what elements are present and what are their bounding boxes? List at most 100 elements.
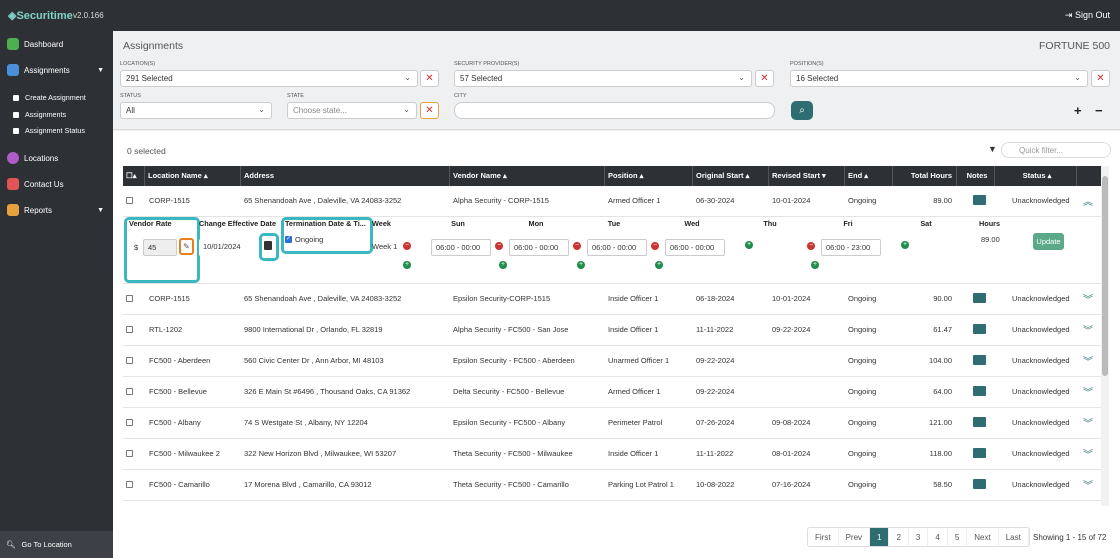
row-checkbox[interactable]	[126, 326, 133, 333]
add-shift-icon[interactable]: +	[745, 241, 753, 249]
row-checkbox[interactable]	[126, 419, 133, 426]
col-original-start[interactable]: Original Start ▴	[693, 166, 769, 186]
col-address[interactable]: Address	[241, 166, 450, 186]
row-checkbox[interactable]	[126, 357, 133, 364]
remove-shift-icon[interactable]: −	[495, 242, 503, 250]
expand-row-icon[interactable]: ︾	[1083, 446, 1093, 461]
shift-time-input[interactable]: 06:00 - 00:00	[431, 239, 491, 256]
col-total-hours[interactable]: Total Hours	[893, 166, 957, 186]
row-checkbox[interactable]	[126, 388, 133, 395]
page-prev[interactable]: Prev	[839, 528, 871, 546]
status-select[interactable]: All ⌄	[120, 102, 272, 119]
shift-time-input[interactable]: 06:00 - 00:00	[665, 239, 725, 256]
update-button[interactable]: Update	[1033, 233, 1064, 250]
expand-all-button[interactable]: +	[1074, 103, 1082, 118]
table-row[interactable]: CORP-1515 65 Shenandoah Ave , Daleville, …	[123, 186, 1105, 217]
col-location-name[interactable]: Location Name ▴	[145, 166, 241, 186]
clear-locations-button[interactable]: ✕	[420, 70, 439, 87]
remove-shift-icon[interactable]: −	[807, 242, 815, 250]
table-row[interactable]: FC500 - Bellevue 326 E Main St #6496 , Th…	[123, 377, 1105, 408]
col-end[interactable]: End ▴	[845, 166, 893, 186]
add-shift-icon[interactable]: +	[901, 241, 909, 249]
collapse-row-icon[interactable]: ︽	[1083, 193, 1093, 208]
remove-shift-icon[interactable]: −	[573, 242, 581, 250]
mail-icon[interactable]	[973, 293, 986, 303]
table-row[interactable]: FC500 - Albany 74 S Westgate St , Albany,…	[123, 408, 1105, 439]
mail-icon[interactable]	[973, 386, 986, 396]
row-checkbox[interactable]	[126, 197, 133, 204]
location-name-cell: CORP-1515	[149, 294, 190, 303]
add-shift-icon[interactable]: +	[499, 261, 507, 269]
row-checkbox[interactable]	[126, 481, 133, 488]
mail-icon[interactable]	[973, 417, 986, 427]
providers-select[interactable]: 57 Selected ⌄	[454, 70, 752, 87]
add-shift-icon[interactable]: +	[577, 261, 585, 269]
expand-row-icon[interactable]: ︾	[1083, 415, 1093, 430]
clear-providers-button[interactable]: ✕	[755, 70, 774, 87]
effective-date-input[interactable]: 10/01/2024	[199, 239, 257, 256]
positions-select[interactable]: 16 Selected ⌄	[790, 70, 1088, 87]
ongoing-checkbox[interactable]: ✓	[285, 236, 292, 243]
col-notes[interactable]: Notes	[957, 166, 995, 186]
table-row[interactable]: FC500 - Aberdeen 560 Civic Center Dr , An…	[123, 346, 1105, 377]
go-to-location-button[interactable]: 🔍︎ Go To Location	[0, 531, 113, 558]
col-revised-start[interactable]: Revised Start ▾	[769, 166, 845, 186]
sidebar-subitem-assignment-status[interactable]: Assignment Status	[13, 126, 85, 135]
expand-row-icon[interactable]: ︾	[1083, 477, 1093, 492]
mail-icon[interactable]	[973, 195, 986, 205]
remove-shift-icon[interactable]: −	[403, 242, 411, 250]
expand-row-icon[interactable]: ︾	[1083, 384, 1093, 399]
locations-select[interactable]: 291 Selected ⌄	[120, 70, 418, 87]
app-logo[interactable]: ◈Securitime	[8, 9, 73, 22]
collapse-all-button[interactable]: −	[1095, 103, 1103, 118]
clear-state-button[interactable]: ✕	[420, 102, 439, 119]
table-row[interactable]: RTL-1202 9800 International Dr , Orlando,…	[123, 315, 1105, 346]
sign-out-button[interactable]: ⇥ Sign Out	[1065, 10, 1110, 21]
mail-icon[interactable]	[973, 355, 986, 365]
remove-shift-icon[interactable]: −	[651, 242, 659, 250]
add-shift-icon[interactable]: +	[655, 261, 663, 269]
sidebar-subitem-assignments[interactable]: Assignments	[13, 110, 66, 119]
search-button[interactable]: ⌕	[791, 101, 813, 120]
page-3[interactable]: 3	[909, 528, 929, 546]
expand-row-icon[interactable]: ︾	[1083, 322, 1093, 337]
shift-time-input[interactable]: 06:00 - 00:00	[587, 239, 647, 256]
mail-icon[interactable]	[973, 448, 986, 458]
table-scrollbar[interactable]	[1101, 166, 1109, 506]
page-1[interactable]: 1	[870, 528, 890, 546]
sidebar-item-assignments[interactable]: Assignments ▼	[0, 60, 113, 80]
col-position[interactable]: Position ▴	[605, 166, 693, 186]
select-all-checkbox[interactable]: ☐▴	[123, 166, 145, 186]
add-shift-icon[interactable]: +	[811, 261, 819, 269]
row-checkbox[interactable]	[126, 450, 133, 457]
state-select[interactable]: Choose state... ⌄	[287, 102, 417, 119]
mail-icon[interactable]	[973, 324, 986, 334]
quick-filter-input[interactable]: ▼ Quick filter...	[988, 142, 1111, 158]
mail-icon[interactable]	[973, 479, 986, 489]
shift-time-input[interactable]: 06:00 - 23:00	[821, 239, 881, 256]
row-checkbox[interactable]	[126, 295, 133, 302]
table-row[interactable]: FC500 - Camarillo 17 Morena Blvd , Camari…	[123, 470, 1105, 501]
page-next[interactable]: Next	[967, 528, 999, 546]
clear-positions-button[interactable]: ✕	[1091, 70, 1110, 87]
sidebar-item-dashboard[interactable]: Dashboard	[0, 34, 113, 54]
table-row[interactable]: FC500 - Milwaukee 2 322 New Horizon Blvd …	[123, 439, 1105, 470]
col-status[interactable]: Status ▴	[995, 166, 1077, 186]
sidebar-item-reports[interactable]: Reports ▼	[0, 200, 113, 220]
page-4[interactable]: 4	[928, 528, 948, 546]
city-input[interactable]	[454, 102, 775, 119]
sidebar-item-contact-us[interactable]: Contact Us	[0, 174, 113, 194]
page-2[interactable]: 2	[889, 528, 909, 546]
col-vendor-name[interactable]: Vendor Name ▴	[450, 166, 605, 186]
add-shift-icon[interactable]: +	[403, 261, 411, 269]
sidebar-subitem-create-assignment[interactable]: Create Assignment	[13, 93, 86, 102]
page-last[interactable]: Last	[999, 528, 1029, 546]
page-5[interactable]: 5	[948, 528, 968, 546]
scrollbar-thumb[interactable]	[1102, 176, 1108, 376]
expand-row-icon[interactable]: ︾	[1083, 353, 1093, 368]
page-first[interactable]: First	[808, 528, 839, 546]
sidebar-item-locations[interactable]: Locations	[0, 148, 113, 168]
shift-time-input[interactable]: 06:00 - 00:00	[509, 239, 569, 256]
table-row[interactable]: CORP-1515 65 Shenandoah Ave , Daleville, …	[123, 284, 1105, 315]
expand-row-icon[interactable]: ︾	[1083, 291, 1093, 306]
